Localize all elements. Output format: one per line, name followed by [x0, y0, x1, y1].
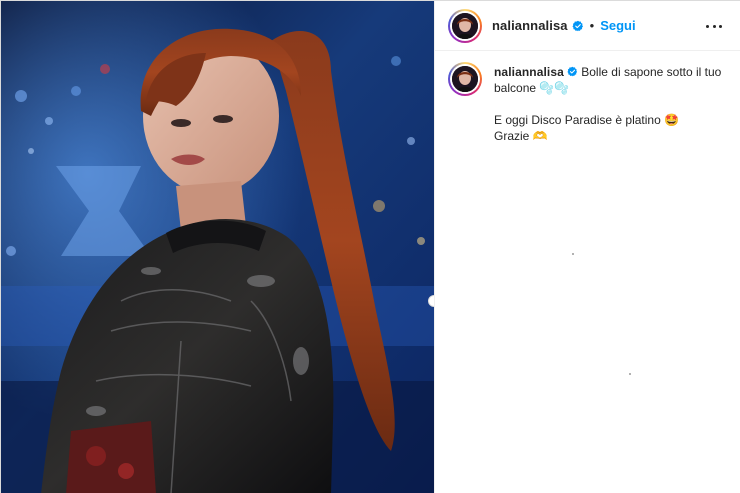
- post-side-panel: naliannalisa • Segui naliannalisa Bolle …: [434, 1, 740, 493]
- verified-badge-icon: [567, 66, 577, 77]
- caption-body: naliannalisa Bolle di sapone sotto il tu…: [494, 64, 724, 144]
- post-header: naliannalisa • Segui: [435, 1, 740, 51]
- more-dot: [706, 24, 709, 28]
- speck: [629, 373, 631, 375]
- instagram-post-modal: naliannalisa • Segui naliannalisa Bolle …: [0, 0, 740, 493]
- avatar[interactable]: [448, 8, 482, 43]
- header-username[interactable]: naliannalisa: [492, 18, 568, 33]
- avatar-inner: [450, 64, 480, 94]
- photo-image: [1, 1, 434, 493]
- caption-text-line2: E oggi Disco Paradise è platino 🤩: [494, 113, 680, 127]
- more-dot: [712, 24, 716, 28]
- caption-text-line3: Grazie 🫶: [494, 129, 548, 143]
- post-photo[interactable]: [1, 1, 434, 493]
- post-caption: naliannalisa Bolle di sapone sotto il tu…: [448, 62, 733, 144]
- speck: [572, 253, 574, 255]
- caption-username[interactable]: naliannalisa: [494, 65, 564, 79]
- avatar-inner: [450, 10, 480, 41]
- caption-avatar[interactable]: [448, 62, 482, 96]
- verified-badge-icon: [572, 20, 583, 31]
- more-dot: [719, 24, 722, 28]
- follow-button[interactable]: Segui: [600, 18, 635, 33]
- header-separator: •: [589, 18, 595, 33]
- more-horizontal-icon[interactable]: [706, 18, 722, 34]
- avatar-image: [452, 66, 478, 92]
- avatar-image: [452, 12, 478, 39]
